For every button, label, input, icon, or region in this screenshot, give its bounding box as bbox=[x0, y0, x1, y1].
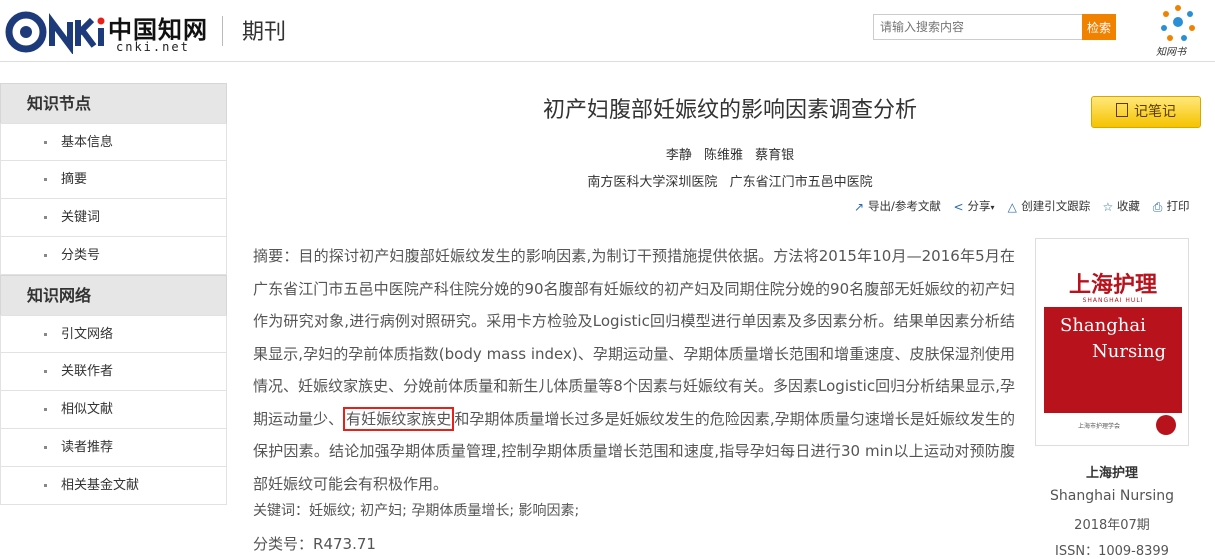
bullet-icon bbox=[44, 446, 47, 449]
search-input[interactable] bbox=[873, 14, 1083, 40]
sidebar: 知识节点 基本信息 摘要 关键词 分类号 知识网络 引文网络 关联作者 相似文献… bbox=[0, 83, 227, 505]
cover-seal-icon bbox=[1156, 415, 1176, 435]
affiliation-link[interactable]: 广东省江门市五邑中医院 bbox=[730, 175, 873, 190]
bullet-icon bbox=[44, 333, 47, 336]
cover-publisher: 上海市护理学会 bbox=[1078, 423, 1121, 430]
section-title[interactable]: 期刊 bbox=[242, 14, 286, 46]
print-button[interactable]: ⎙ 打印 bbox=[1152, 198, 1190, 214]
sidebar-item-label: 相似文献 bbox=[61, 402, 114, 417]
article-title: 初产妇腹部妊娠纹的影响因素调查分析 bbox=[542, 98, 917, 123]
author-list: 李静 陈维雅 蔡育银 bbox=[420, 144, 1040, 163]
sidebar-item-reader-recommend[interactable]: 读者推荐 bbox=[0, 429, 227, 467]
sidebar-group-title: 知识网络 bbox=[0, 275, 227, 315]
journal-name-cn[interactable]: 上海护理 bbox=[1035, 462, 1189, 481]
sidebar-item-label: 相关基金文献 bbox=[61, 478, 140, 493]
sidebar-group-title: 知识节点 bbox=[0, 83, 227, 123]
print-label: 打印 bbox=[1166, 199, 1190, 213]
star-icon: ☆ bbox=[1102, 199, 1114, 214]
keywords-row: 关键词：妊娠纹; 初产妇; 孕期体质量增长; 影响因素; bbox=[253, 500, 1013, 520]
affiliation-link[interactable]: 南方医科大学深圳医院 bbox=[587, 175, 717, 190]
share-icon: < bbox=[953, 199, 964, 214]
classification-label: 分类号： bbox=[253, 535, 314, 553]
take-note-label: 记笔记 bbox=[1134, 104, 1176, 120]
abstract-highlight: 有妊娠纹家族史 bbox=[343, 406, 455, 431]
sidebar-item-label: 关联作者 bbox=[61, 364, 114, 379]
cnki-logo[interactable]: 中国知网 cnki.net bbox=[4, 6, 209, 56]
author-link[interactable]: 陈维雅 bbox=[704, 148, 743, 163]
export-label: 导出/参考文献 bbox=[868, 199, 941, 213]
sidebar-item-similar-docs[interactable]: 相似文献 bbox=[0, 391, 227, 429]
bullet-icon bbox=[44, 141, 47, 144]
sidebar-item-label: 基本信息 bbox=[61, 135, 114, 150]
sidebar-item-label: 读者推荐 bbox=[61, 440, 114, 455]
favorite-label: 收藏 bbox=[1116, 199, 1140, 213]
chevron-down-icon: ▾ bbox=[990, 203, 995, 212]
search-button[interactable]: 检索 bbox=[1082, 14, 1116, 40]
abstract-label: 摘要： bbox=[253, 247, 299, 265]
keywords-list[interactable]: 妊娠纹; 初产妇; 孕期体质量增长; 影响因素; bbox=[309, 503, 579, 519]
bullet-icon bbox=[44, 370, 47, 373]
citation-tracking-button[interactable]: △ 创建引文跟踪 bbox=[1006, 198, 1091, 214]
cover-title-en-2: Nursing bbox=[1092, 341, 1167, 362]
journal-cover-image: 上海护理 SHANGHAI HULI Shanghai Nursing 上海市护… bbox=[1044, 247, 1182, 439]
bullet-icon bbox=[44, 254, 47, 257]
note-icon bbox=[1116, 103, 1128, 117]
article-toolbar: ↗ 导出/参考文献 < 分享▾ △ 创建引文跟踪 ☆ 收藏 ⎙ 打印 bbox=[853, 198, 1198, 216]
take-note-button[interactable]: 记笔记 bbox=[1091, 96, 1201, 128]
sidebar-item-fund-docs[interactable]: 相关基金文献 bbox=[0, 467, 227, 505]
journal-issn: ISSN：1009-8399 bbox=[1055, 544, 1169, 559]
bullet-icon bbox=[44, 484, 47, 487]
citation-tracking-label: 创建引文跟踪 bbox=[1021, 199, 1091, 213]
cover-subtitle: SHANGHAI HULI bbox=[1082, 297, 1144, 304]
sidebar-item-keywords[interactable]: 关键词 bbox=[0, 199, 227, 237]
favorite-button[interactable]: ☆ 收藏 bbox=[1102, 198, 1140, 214]
sidebar-item-basic-info[interactable]: 基本信息 bbox=[0, 123, 227, 161]
printer-icon: ⎙ bbox=[1152, 199, 1163, 214]
bullet-icon bbox=[44, 216, 47, 219]
zhiwangshu-logo-text: 知网书 bbox=[1156, 47, 1186, 58]
abstract-body: 目的探讨初产妇腹部妊娠纹发生的影响因素,为制订干预措施提供依据。方法将2015年… bbox=[253, 247, 1015, 428]
keywords-label: 关键词： bbox=[253, 503, 309, 519]
sidebar-item-abstract[interactable]: 摘要 bbox=[0, 161, 227, 199]
bullet-icon bbox=[44, 408, 47, 411]
export-icon: ↗ bbox=[853, 199, 865, 214]
author-link[interactable]: 李静 bbox=[666, 148, 692, 163]
author-link[interactable]: 蔡育银 bbox=[755, 148, 794, 163]
sidebar-item-label: 引文网络 bbox=[61, 327, 114, 342]
sidebar-item-label: 关键词 bbox=[61, 210, 101, 225]
affiliation-list: 南方医科大学深圳医院 广东省江门市五邑中医院 bbox=[420, 171, 1040, 190]
header-divider bbox=[222, 16, 223, 46]
sidebar-item-citation-network[interactable]: 引文网络 bbox=[0, 315, 227, 353]
journal-issue[interactable]: 2018年07期 bbox=[1035, 514, 1189, 533]
share-label: 分享 bbox=[967, 199, 991, 213]
share-button[interactable]: < 分享▾ bbox=[953, 198, 995, 214]
journal-cover[interactable]: 上海护理 SHANGHAI HULI Shanghai Nursing 上海市护… bbox=[1035, 238, 1189, 446]
classification-row: 分类号：R473.71 bbox=[253, 533, 376, 554]
abstract-text: 摘要：目的探讨初产妇腹部妊娠纹发生的影响因素,为制订干预措施提供依据。方法将20… bbox=[253, 240, 1015, 500]
journal-name-en[interactable]: Shanghai Nursing bbox=[1035, 488, 1189, 504]
sidebar-item-label: 摘要 bbox=[61, 172, 88, 187]
cnki-logo-mark bbox=[5, 11, 105, 54]
sidebar-item-related-authors[interactable]: 关联作者 bbox=[0, 353, 227, 391]
classification-value: R473.71 bbox=[313, 535, 376, 553]
export-button[interactable]: ↗ 导出/参考文献 bbox=[853, 198, 941, 214]
sidebar-item-classification[interactable]: 分类号 bbox=[0, 237, 227, 275]
page-header: 中国知网 cnki.net 期刊 检索 知网书 bbox=[0, 0, 1215, 62]
sidebar-item-label: 分类号 bbox=[61, 248, 101, 263]
cover-title-en-1: Shanghai bbox=[1060, 315, 1146, 336]
bell-icon: △ bbox=[1007, 199, 1017, 214]
cover-title-cn: 上海护理 bbox=[1068, 272, 1157, 298]
bullet-icon bbox=[44, 178, 47, 181]
logo-domain: cnki.net bbox=[116, 40, 190, 54]
